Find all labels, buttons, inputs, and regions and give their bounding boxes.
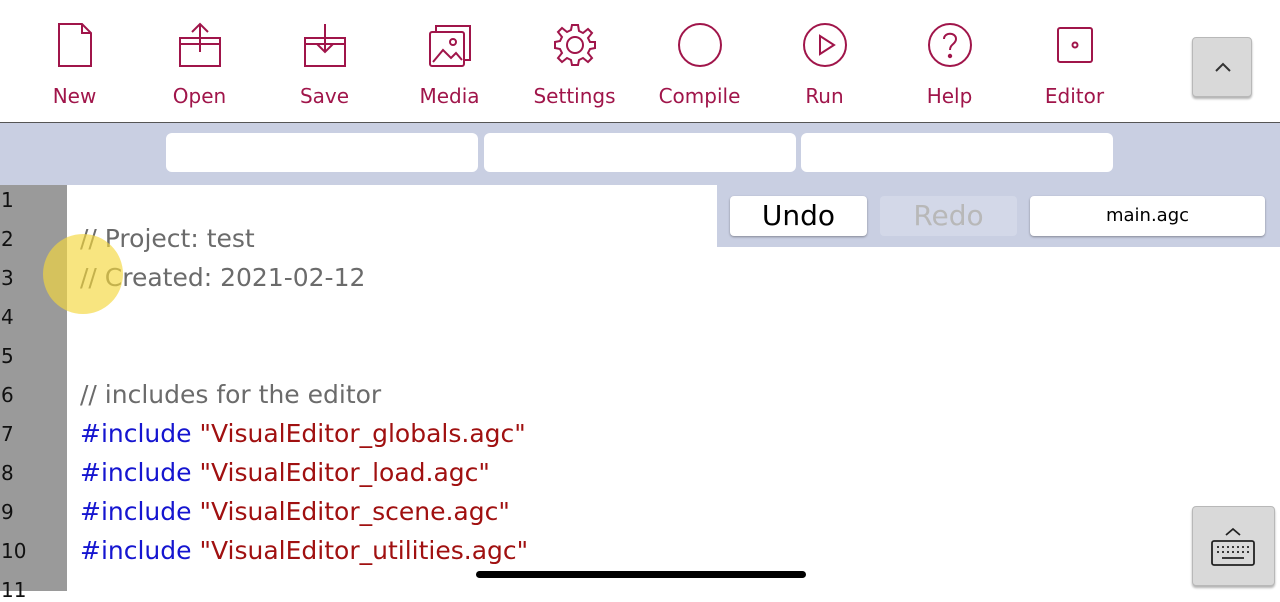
include-path: "VisualEditor_globals.agc" xyxy=(199,419,526,448)
include-keyword: #include xyxy=(80,536,192,565)
save-icon xyxy=(302,22,348,68)
undo-button[interactable]: Undo xyxy=(730,196,867,236)
editor-icon xyxy=(1052,22,1098,68)
code-line-comment: // includes for the editor xyxy=(80,380,382,409)
run-label: Run xyxy=(805,84,844,108)
media-icon xyxy=(427,22,473,68)
save-label: Save xyxy=(299,84,350,108)
line-number: 2 xyxy=(1,227,14,251)
line-number: 7 xyxy=(1,422,14,446)
line-number: 4 xyxy=(1,305,14,329)
editor-label: Editor xyxy=(1044,84,1105,108)
include-path: "VisualEditor_utilities.agc" xyxy=(199,536,529,565)
help-label: Help xyxy=(926,84,973,108)
include-keyword: #include xyxy=(80,497,192,526)
code-line-include: #include "VisualEditor_utilities.agc" xyxy=(80,536,528,565)
home-indicator xyxy=(476,571,806,578)
code-line-include: #include "VisualEditor_globals.agc" xyxy=(80,419,526,448)
compile-button[interactable]: Compile xyxy=(637,20,762,115)
toolbar: New Open Save Media Settings Compile Run… xyxy=(0,0,1280,123)
line-number: 6 xyxy=(1,383,14,407)
touch-indicator xyxy=(43,234,123,314)
gear-icon xyxy=(552,22,598,68)
line-number: 3 xyxy=(1,266,14,290)
help-icon xyxy=(927,22,973,68)
include-keyword: #include xyxy=(80,419,192,448)
open-icon xyxy=(177,22,223,68)
new-file-icon xyxy=(52,22,98,68)
help-button[interactable]: Help xyxy=(887,20,1012,115)
redo-button[interactable]: Redo xyxy=(880,196,1017,236)
compile-circle-icon xyxy=(677,22,723,68)
media-label: Media xyxy=(419,84,480,108)
settings-button[interactable]: Settings xyxy=(512,20,637,115)
line-number: 8 xyxy=(1,461,14,485)
edit-panel: Undo Redo main.agc xyxy=(717,185,1280,247)
open-button[interactable]: Open xyxy=(137,20,262,115)
open-label: Open xyxy=(172,84,227,108)
line-number: 11 xyxy=(1,578,27,602)
include-keyword: #include xyxy=(80,458,192,487)
line-number: 10 xyxy=(1,539,27,563)
file-tab-3[interactable] xyxy=(801,133,1113,172)
run-button[interactable]: Run xyxy=(762,20,887,115)
file-tab-strip xyxy=(0,123,1280,185)
line-number: 1 xyxy=(1,188,14,212)
editor-button[interactable]: Editor xyxy=(1012,20,1137,115)
line-number: 5 xyxy=(1,344,14,368)
media-button[interactable]: Media xyxy=(387,20,512,115)
settings-label: Settings xyxy=(533,84,616,108)
file-name-button[interactable]: main.agc xyxy=(1030,196,1265,236)
new-button[interactable]: New xyxy=(12,20,137,115)
keyboard-icon xyxy=(1211,527,1255,566)
collapse-toolbar-button[interactable] xyxy=(1192,37,1252,97)
include-path: "VisualEditor_load.agc" xyxy=(199,458,490,487)
save-button[interactable]: Save xyxy=(262,20,387,115)
new-label: New xyxy=(52,84,97,108)
keyboard-toggle-button[interactable] xyxy=(1192,506,1275,586)
include-path: "VisualEditor_scene.agc" xyxy=(199,497,510,526)
code-line-include: #include "VisualEditor_load.agc" xyxy=(80,458,490,487)
code-line-include: #include "VisualEditor_scene.agc" xyxy=(80,497,510,526)
chevron-up-icon xyxy=(1215,62,1231,72)
line-number: 9 xyxy=(1,500,14,524)
file-tab-1[interactable] xyxy=(166,133,478,172)
compile-label: Compile xyxy=(658,84,741,108)
play-icon xyxy=(802,22,848,68)
file-tab-2[interactable] xyxy=(484,133,796,172)
